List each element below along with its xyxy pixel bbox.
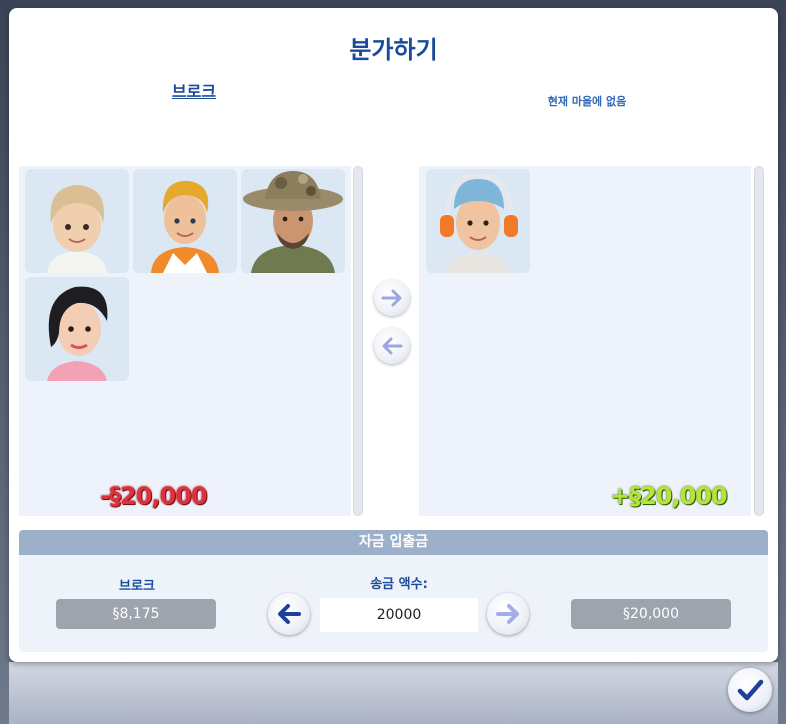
checkmark-icon: [737, 679, 764, 701]
move-right-button[interactable]: [374, 280, 410, 316]
sim-portrait-adult-hat[interactable]: [241, 169, 345, 273]
arrow-right-icon: [496, 604, 519, 624]
right-panel-scrollbar[interactable]: [754, 166, 764, 516]
transfer-left-button[interactable]: [268, 593, 310, 635]
left-household-funds: §8,175: [56, 599, 216, 629]
left-funds-change: -§20,000: [100, 482, 208, 510]
sim-portrait-young-woman[interactable]: [25, 277, 129, 381]
arrow-left-icon: [278, 604, 301, 624]
footer-band: [9, 662, 778, 724]
sim-portrait-young-man-headphones[interactable]: [426, 169, 530, 273]
dialog-title: 분가하기: [349, 36, 438, 64]
arrow-right-icon: [381, 289, 402, 307]
transfer-right-button[interactable]: [487, 593, 529, 635]
right-household-funds: §20,000: [571, 599, 731, 629]
fund-transfer-header: 자금 입출금: [19, 530, 768, 555]
transfer-left-label: 브로크: [119, 579, 155, 594]
sim-portrait-toddler[interactable]: [25, 169, 129, 273]
confirm-button[interactable]: [728, 668, 772, 712]
left-household-name[interactable]: 브로크: [139, 78, 249, 102]
right-funds-change: +§20,000: [610, 482, 728, 510]
arrow-left-icon: [382, 337, 403, 355]
left-panel-scrollbar[interactable]: [353, 166, 363, 516]
transfer-amount-input[interactable]: [320, 598, 478, 632]
move-left-button[interactable]: [374, 328, 410, 364]
right-household-name: 현재 마을에 없음: [547, 95, 627, 108]
fund-transfer-section: 자금 입출금 브로크 송금 액수: §8,175 §20,000: [19, 530, 768, 652]
transfer-amount-label: 송금 액수:: [370, 577, 428, 592]
sim-portrait-child[interactable]: [133, 169, 237, 273]
